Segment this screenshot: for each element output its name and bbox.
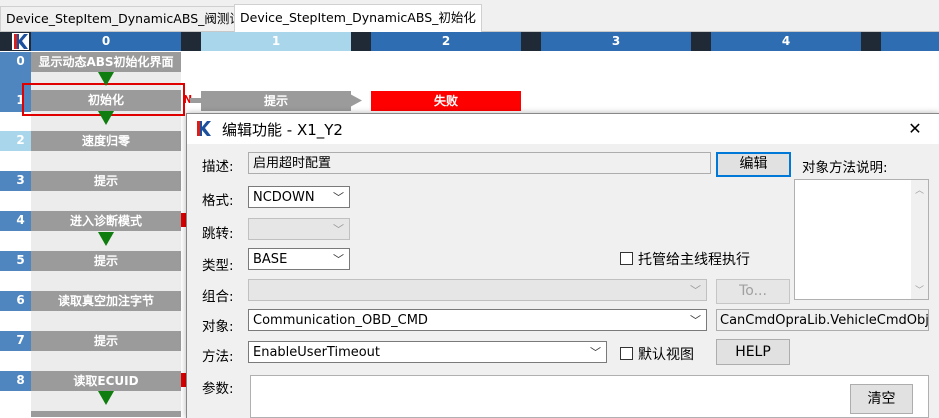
object-help-label: 对象方法说明: xyxy=(802,160,888,176)
desc-label: 描述: xyxy=(202,159,234,175)
type-value: BASE xyxy=(253,252,288,267)
default-view-checkbox[interactable] xyxy=(620,347,633,360)
type-select[interactable]: BASE ﹀ xyxy=(248,248,350,270)
app-logo-icon xyxy=(195,120,212,137)
chevron-down-icon: ﹀ xyxy=(333,253,344,266)
default-view-label: 默认视图 xyxy=(638,347,694,363)
object-label: 对象: xyxy=(202,319,234,335)
down-arrow-icon xyxy=(98,72,114,86)
flow-marker: V xyxy=(101,391,111,405)
row-number[interactable]: 7 xyxy=(10,333,31,347)
step-cell[interactable]: 提示 xyxy=(31,331,181,351)
object-help-panel[interactable]: ︿ ﹀ xyxy=(794,179,929,300)
row-number[interactable]: 3 xyxy=(10,173,31,187)
row-number[interactable]: 6 xyxy=(10,293,31,307)
row-number[interactable]: 2 xyxy=(10,133,31,147)
object-class-field[interactable]: CanCmdOpraLib.VehicleCmdObject xyxy=(716,309,929,331)
object-select[interactable]: Communication_OBD_CMD ﹀ xyxy=(248,309,707,331)
step-cell[interactable]: 速度归零 xyxy=(31,131,181,151)
branch-step[interactable]: 提示 xyxy=(201,91,351,111)
edit-function-dialog: 编辑功能 - X1_Y2 ✕ 描述: 启用超时配置 编辑 对象方法说明: ︿ ﹀… xyxy=(186,113,939,418)
method-select[interactable]: EnableUserTimeout ﹀ xyxy=(248,341,607,363)
chevron-down-icon: ﹀ xyxy=(690,314,701,327)
tab-label: Device_StepItem_DynamicABS_阀测试 xyxy=(6,11,242,26)
tab-init[interactable]: Device_StepItem_DynamicABS_初始化 xyxy=(234,4,482,32)
row-number[interactable]: 4 xyxy=(10,213,31,227)
clear-button[interactable]: 清空 xyxy=(850,384,913,414)
format-label: 格式: xyxy=(202,193,234,209)
column-header-3[interactable]: 3 xyxy=(541,32,691,51)
scroll-up-icon[interactable]: ︿ xyxy=(915,183,924,196)
flow-marker: V xyxy=(101,111,111,125)
chevron-down-icon: ﹀ xyxy=(333,223,344,236)
row-number[interactable]: 0 xyxy=(10,54,31,68)
column-header-2[interactable]: 2 xyxy=(371,32,521,51)
edit-button[interactable]: 编辑 xyxy=(716,152,791,177)
step-link xyxy=(31,191,181,211)
app-logo-icon xyxy=(12,33,29,50)
step-cell[interactable]: 显示动态ABS初始化界面 xyxy=(31,52,181,72)
branch-step-fail[interactable]: 失败 xyxy=(371,91,521,111)
format-select[interactable]: NCDOWN ﹀ xyxy=(248,186,350,208)
tab-strip: Device_StepItem_DynamicABS_阀测试 Device_St… xyxy=(0,0,939,32)
delegate-label: 托管给主线程执行 xyxy=(638,252,750,268)
close-icon[interactable]: ✕ xyxy=(901,117,929,141)
jump-select[interactable]: ﹀ xyxy=(248,218,350,240)
desc-field[interactable]: 启用超时配置 xyxy=(248,152,711,174)
chevron-down-icon: ﹀ xyxy=(690,284,701,297)
scrollbar[interactable]: ︿ ﹀ xyxy=(911,180,928,299)
params-area[interactable] xyxy=(250,375,929,418)
tab-label: Device_StepItem_DynamicABS_初始化 xyxy=(240,10,476,25)
jump-label: 跳转: xyxy=(202,226,234,242)
group-label: 组合: xyxy=(202,289,234,305)
column-header-0[interactable]: 0 xyxy=(31,32,181,51)
tab-valve-test[interactable]: Device_StepItem_DynamicABS_阀测试 xyxy=(0,6,248,31)
step-link xyxy=(31,151,181,171)
step-cell[interactable]: 读取真空加注字节 xyxy=(31,291,181,311)
scroll-down-icon[interactable]: ﹀ xyxy=(915,283,924,296)
method-label: 方法: xyxy=(202,349,234,365)
method-value: EnableUserTimeout xyxy=(253,345,381,360)
row-number[interactable]: 8 xyxy=(10,373,31,387)
step-cell[interactable]: 提示 xyxy=(31,171,181,191)
object-value: Communication_OBD_CMD xyxy=(253,313,428,328)
flow-marker: V xyxy=(101,231,111,245)
column-header-4[interactable]: 4 xyxy=(711,32,861,51)
step-cell[interactable]: 进入诊断模式 xyxy=(31,211,181,231)
column-header-1[interactable]: 1 xyxy=(201,32,351,51)
help-button[interactable]: HELP xyxy=(716,339,790,365)
format-value: NCDOWN xyxy=(253,190,315,205)
row-number[interactable]: 5 xyxy=(10,253,31,267)
step-cell[interactable] xyxy=(31,411,181,417)
step-link xyxy=(31,311,181,331)
to-button[interactable]: To... xyxy=(716,279,790,304)
type-label: 类型: xyxy=(202,258,234,274)
chevron-down-icon: ﹀ xyxy=(590,346,601,359)
params-label: 参数: xyxy=(202,381,234,397)
dialog-title: 编辑功能 - X1_Y2 xyxy=(222,121,343,139)
step-cell[interactable]: 读取ECUID xyxy=(31,371,181,391)
step-link xyxy=(31,271,181,291)
column-header-5[interactable] xyxy=(881,32,939,51)
step-cell[interactable]: 提示 xyxy=(31,251,181,271)
group-select[interactable]: ﹀ xyxy=(248,279,707,301)
dialog-titlebar[interactable]: 编辑功能 - X1_Y2 ✕ xyxy=(187,114,939,144)
step-link xyxy=(31,351,181,371)
chevron-down-icon: ﹀ xyxy=(333,191,344,204)
delegate-checkbox[interactable] xyxy=(620,252,633,265)
